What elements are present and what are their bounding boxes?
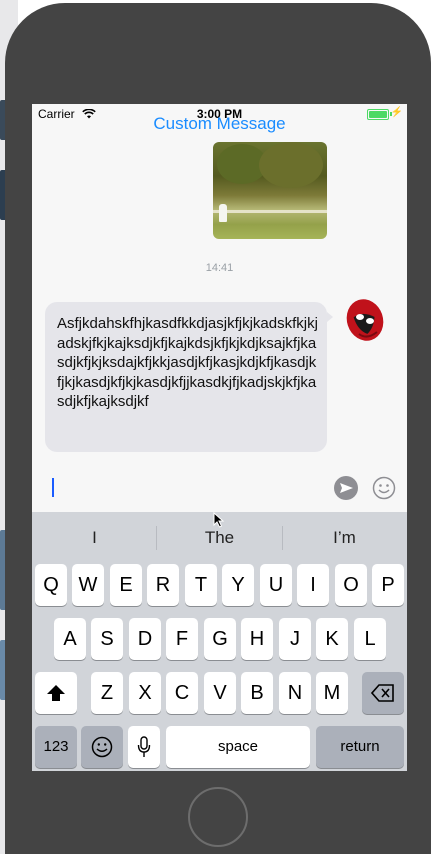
key-z[interactable]: Z xyxy=(91,672,123,714)
numbers-key[interactable]: 123 xyxy=(35,726,77,768)
key-k[interactable]: K xyxy=(316,618,348,660)
image-person xyxy=(219,204,227,222)
smiley-icon[interactable] xyxy=(372,476,396,500)
keyboard: I The I’m Q W E R T Y U I O P A S D F G … xyxy=(32,512,407,771)
phone-screen: Carrier 3:00 PM ⚡ Custom Message 14:41 A… xyxy=(32,104,407,771)
key-r[interactable]: R xyxy=(147,564,179,606)
key-i[interactable]: I xyxy=(297,564,329,606)
message-input-bar xyxy=(32,462,407,512)
text-caret xyxy=(52,478,54,497)
suggestion-1[interactable]: I xyxy=(32,528,157,548)
dictation-key[interactable] xyxy=(128,726,160,768)
microphone-icon xyxy=(137,736,151,757)
message-timestamp: 14:41 xyxy=(205,262,234,274)
key-s[interactable]: S xyxy=(91,618,123,660)
return-key[interactable]: return xyxy=(316,726,404,768)
key-q[interactable]: Q xyxy=(35,564,67,606)
key-a[interactable]: A xyxy=(54,618,86,660)
avatar[interactable] xyxy=(341,294,389,346)
key-w[interactable]: W xyxy=(72,564,104,606)
key-o[interactable]: O xyxy=(335,564,367,606)
image-fence xyxy=(213,210,327,213)
image-tree xyxy=(259,142,323,188)
emoji-key-icon xyxy=(91,736,113,758)
home-button[interactable] xyxy=(188,787,248,847)
key-v[interactable]: V xyxy=(204,672,236,714)
key-x[interactable]: X xyxy=(129,672,161,714)
key-t[interactable]: T xyxy=(185,564,217,606)
key-m[interactable]: M xyxy=(316,672,348,714)
key-h[interactable]: H xyxy=(241,618,273,660)
key-j[interactable]: J xyxy=(279,618,311,660)
bubble-tail xyxy=(327,312,333,322)
key-d[interactable]: D xyxy=(129,618,161,660)
key-f[interactable]: F xyxy=(166,618,198,660)
text-message-bubble[interactable]: Asfjkdahskfhjkasdfkkdjasjkfjkjkadskfkjkj… xyxy=(45,302,327,452)
suggestion-3[interactable]: I’m xyxy=(282,528,407,548)
shift-icon xyxy=(47,685,65,701)
key-y[interactable]: Y xyxy=(222,564,254,606)
key-e[interactable]: E xyxy=(110,564,142,606)
send-icon[interactable] xyxy=(334,476,358,500)
key-p[interactable]: P xyxy=(372,564,404,606)
key-c[interactable]: C xyxy=(166,672,198,714)
backspace-icon xyxy=(370,684,394,702)
key-b[interactable]: B xyxy=(241,672,273,714)
key-n[interactable]: N xyxy=(279,672,311,714)
message-input[interactable] xyxy=(46,474,330,502)
key-u[interactable]: U xyxy=(260,564,292,606)
mouse-pointer-icon xyxy=(213,511,225,533)
shift-key[interactable] xyxy=(35,672,77,714)
key-g[interactable]: G xyxy=(204,618,236,660)
delete-key[interactable] xyxy=(362,672,404,714)
image-message[interactable] xyxy=(213,142,327,239)
message-text: Asfjkdahskfhjkasdfkkdjasjkfjkjkadskfkjkj… xyxy=(57,315,318,410)
emoji-key[interactable] xyxy=(81,726,123,768)
space-key[interactable]: space xyxy=(166,726,310,768)
key-l[interactable]: L xyxy=(354,618,386,660)
nav-title: Custom Message xyxy=(153,114,286,133)
